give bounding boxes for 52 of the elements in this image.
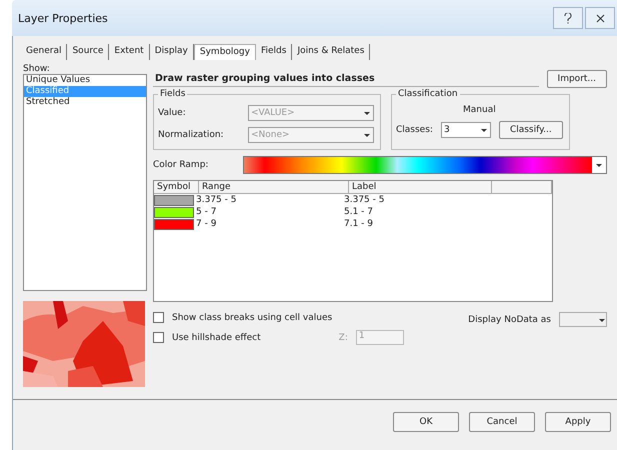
table-cell: 5.1 - 7 bbox=[344, 207, 374, 217]
symbol-swatch[interactable] bbox=[154, 218, 194, 230]
symbol-swatch[interactable] bbox=[154, 194, 194, 206]
caret-icon bbox=[480, 126, 488, 134]
checkbox[interactable] bbox=[153, 312, 164, 323]
field-label: Value: bbox=[158, 108, 187, 118]
group-title: Fields bbox=[158, 89, 188, 99]
tab[interactable]: Joins & Relates bbox=[292, 44, 370, 60]
classify-button[interactable]: Classify... bbox=[498, 121, 563, 139]
classes-label: Classes: bbox=[396, 125, 433, 135]
tab[interactable]: Source bbox=[67, 44, 110, 60]
tab[interactable]: Symbology bbox=[194, 44, 256, 60]
nodata-color-dropdown[interactable] bbox=[559, 312, 607, 327]
dialog-button[interactable]: OK bbox=[393, 412, 459, 432]
list-item[interactable]: Stretched bbox=[24, 97, 146, 108]
column-header[interactable]: Symbol bbox=[154, 181, 199, 193]
caret-icon bbox=[363, 109, 371, 117]
caret-icon bbox=[595, 161, 603, 169]
caret-icon bbox=[363, 131, 371, 139]
classes-dropdown[interactable]: 3 bbox=[440, 122, 491, 138]
group-title: Classification bbox=[396, 89, 460, 99]
help-icon bbox=[564, 12, 572, 24]
checkbox-label: Use hillshade effect bbox=[172, 332, 261, 342]
method-text: Manual bbox=[463, 105, 496, 115]
field-label: Normalization: bbox=[158, 130, 225, 140]
close-button[interactable] bbox=[585, 7, 615, 29]
table-cell: 3.375 - 5 bbox=[344, 195, 384, 205]
table-cell-text: 7 - 9 bbox=[196, 219, 218, 229]
close-icon bbox=[596, 14, 604, 22]
table-cell: 7.1 - 9 bbox=[344, 219, 374, 229]
dialog-button[interactable]: Apply bbox=[545, 412, 611, 432]
z-label: Z: bbox=[338, 332, 348, 342]
help-button[interactable] bbox=[553, 7, 583, 29]
window-title: Layer Properties bbox=[18, 12, 109, 24]
tab[interactable]: Fields bbox=[256, 44, 292, 60]
tab[interactable]: General bbox=[21, 44, 68, 60]
color-ramp-dropdown[interactable] bbox=[243, 156, 607, 174]
heading: Draw raster grouping values into classes bbox=[153, 71, 539, 87]
table-cell-text: 3.375 - 5 bbox=[196, 195, 238, 205]
import-button[interactable]: Import... bbox=[546, 70, 607, 88]
checkbox-label: Show class breaks using cell values bbox=[172, 312, 332, 322]
color-ramp-label: Color Ramp: bbox=[153, 160, 210, 170]
dialog-button[interactable]: Cancel bbox=[469, 412, 535, 432]
tab[interactable]: Extent bbox=[109, 44, 150, 60]
column-header[interactable]: Range bbox=[199, 181, 349, 193]
show-label: Show: bbox=[23, 64, 50, 74]
symbol-swatch[interactable] bbox=[154, 206, 194, 218]
table-cell-text: 5 - 7 bbox=[196, 207, 218, 217]
column-header[interactable]: Label bbox=[349, 181, 492, 193]
list-item[interactable]: Unique Values bbox=[24, 75, 146, 86]
nodata-label: Display NoData as bbox=[468, 314, 551, 324]
checkbox[interactable] bbox=[153, 332, 164, 343]
